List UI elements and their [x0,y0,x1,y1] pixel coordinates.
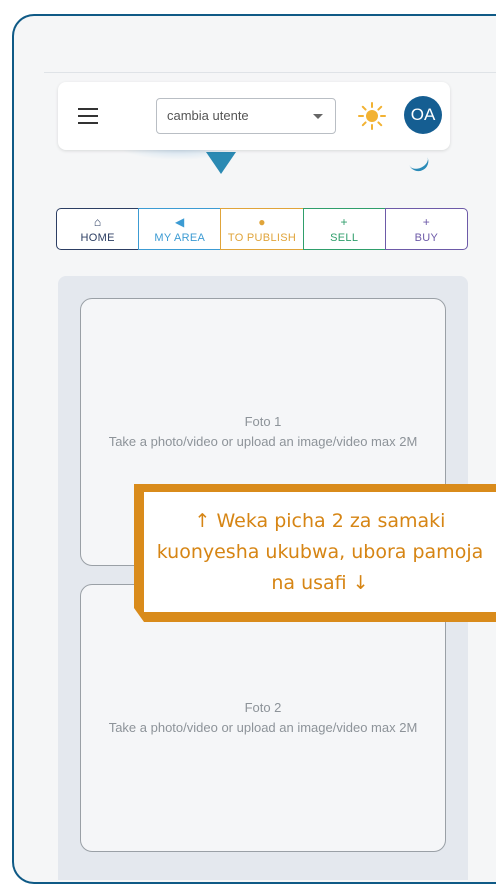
avatar[interactable]: OA [404,96,442,134]
chevron-down-icon [313,114,323,119]
nav-label: BUY [414,231,439,244]
nav-my-area[interactable]: ◀ MY AREA [138,208,222,250]
nav-buy[interactable]: + BUY [384,208,469,250]
sun-icon[interactable] [358,102,386,130]
home-icon: ⌂ [93,214,102,229]
user-switch-value: cambia utente [167,108,249,123]
user-switch-select[interactable]: cambia utente [156,98,336,134]
photo-hint: Take a photo/video or upload an image/vi… [108,720,418,735]
callout-text: ↑ Weka picha 2 za samaki kuonyesha ukubw… [156,509,484,594]
nav-label: SELL [330,231,359,244]
check-circle-icon: ● [258,214,266,229]
menu-icon[interactable] [78,108,98,124]
plus-icon: + [340,214,348,229]
photo-upload-slot-2[interactable]: Foto 2 Take a photo/video or upload an i… [80,584,446,852]
photo-hint: Take a photo/video or upload an image/vi… [108,434,418,449]
instruction-callout: ↑ Weka picha 2 za samaki kuonyesha ukubw… [144,492,496,612]
nav-label: HOME [80,231,115,244]
nav-sell[interactable]: + SELL [302,208,386,250]
megaphone-icon: ◀ [175,214,185,229]
nav-label: MY AREA [154,231,206,244]
logo-chevron-icon [206,152,236,174]
photo-title: Foto 1 [244,414,282,429]
nav-label: TO PUBLISH [227,231,297,244]
plus-icon: + [422,214,431,229]
nav-home[interactable]: ⌂ HOME [56,208,140,250]
main-nav: ⌂ HOME ◀ MY AREA ● TO PUBLISH + SELL + B… [56,208,469,250]
phone-frame: cambia utente OA ⌂ HOME ◀ MY AREA ● TO P… [12,14,496,884]
app-header: cambia utente OA [58,82,450,150]
divider [44,72,496,73]
nav-to-publish[interactable]: ● TO PUBLISH [220,208,304,250]
photo-title: Foto 2 [244,700,282,715]
logo-fragment [406,150,432,175]
